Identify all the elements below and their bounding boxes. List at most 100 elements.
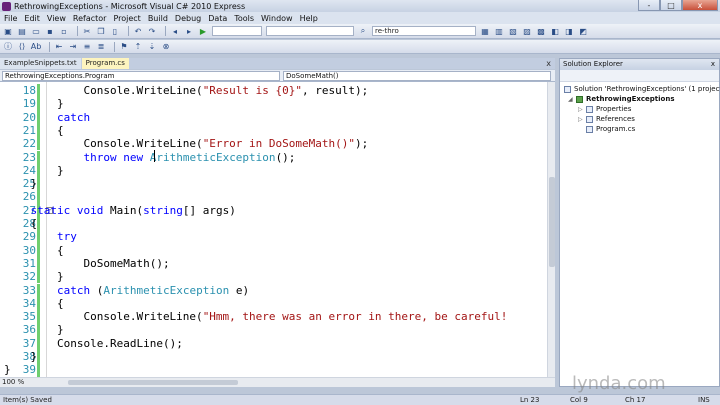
start-page-icon[interactable]: ◧: [550, 26, 560, 36]
close-panel-icon[interactable]: x: [711, 59, 715, 70]
code-line[interactable]: 20 catch: [0, 110, 547, 124]
bookmark-icon[interactable]: ⚑: [119, 42, 129, 52]
code-line[interactable]: 35 Console.WriteLine("Hmm, there was an e…: [0, 310, 547, 324]
line-number: 29: [22, 230, 36, 244]
code-line[interactable]: 23 throw new ArithmeticException();: [0, 150, 547, 164]
code-line[interactable]: 31 DoSomeMath();: [0, 256, 547, 271]
next-bookmark-icon[interactable]: ⇣: [147, 42, 157, 52]
menu-tools[interactable]: Tools: [234, 14, 254, 23]
menu-edit[interactable]: Edit: [24, 14, 40, 23]
menu-help[interactable]: Help: [300, 14, 318, 23]
tree-item-properties[interactable]: ▷ Properties: [578, 105, 631, 114]
menu-debug[interactable]: Debug: [175, 14, 201, 23]
paste-icon[interactable]: ▯: [110, 26, 120, 36]
zoom-level[interactable]: 100 %: [2, 378, 24, 387]
code-line[interactable]: 36}: [0, 323, 547, 337]
object-browser-icon[interactable]: ▨: [522, 26, 532, 36]
menu-file[interactable]: File: [4, 14, 17, 23]
find-combo[interactable]: re-thro: [372, 26, 476, 36]
code-line[interactable]: 30 {: [0, 243, 547, 257]
code-editor[interactable]: 18 Console.WriteLine("Result is {0}", res…: [0, 82, 547, 377]
menu-view[interactable]: View: [47, 14, 66, 23]
save-icon[interactable]: ▪: [45, 26, 55, 36]
open-file-icon[interactable]: ▭: [31, 26, 41, 36]
close-button[interactable]: x: [682, 0, 718, 11]
code-text: try: [57, 230, 77, 243]
vertical-scrollbar[interactable]: [547, 82, 555, 377]
code-line[interactable]: 39}: [0, 363, 547, 377]
maximize-button[interactable]: □: [660, 0, 682, 11]
collapse-arrow-icon[interactable]: ◢: [568, 95, 575, 104]
menu-project[interactable]: Project: [113, 14, 140, 23]
horizontal-scroll-thumb[interactable]: [68, 380, 238, 385]
expand-arrow-icon[interactable]: ▷: [578, 115, 585, 124]
menu-refactor[interactable]: Refactor: [73, 14, 107, 23]
previous-bookmark-icon[interactable]: ⇡: [133, 42, 143, 52]
parameter-info-icon[interactable]: ⟨⟩: [17, 42, 27, 52]
line-number: 24: [22, 163, 36, 177]
code-line[interactable]: 32}: [0, 270, 547, 284]
platform-combo[interactable]: [266, 26, 354, 36]
expand-arrow-icon[interactable]: ▷: [578, 105, 585, 114]
code-token: }: [57, 323, 64, 337]
member-dropdown[interactable]: DoSomeMath(): [283, 71, 551, 81]
minimize-button[interactable]: -: [638, 0, 660, 11]
code-line[interactable]: 33 catch (ArithmeticException e): [0, 283, 547, 297]
code-line[interactable]: 22 Console.WriteLine("Error in DoSomeMath…: [0, 137, 547, 151]
keyword-token: try: [57, 230, 77, 244]
add-item-icon[interactable]: ▤: [17, 26, 27, 36]
vertical-scroll-thumb[interactable]: [549, 177, 555, 267]
save-all-icon[interactable]: ▫: [59, 26, 69, 36]
undo-icon[interactable]: ↶: [133, 26, 143, 36]
class-dropdown[interactable]: RethrowingExceptions.Program: [2, 71, 280, 81]
code-line[interactable]: 38}: [0, 350, 547, 364]
tree-item-references[interactable]: ▷ References: [578, 115, 635, 124]
horizontal-scrollbar[interactable]: 100 %: [0, 377, 555, 387]
tab-program-cs[interactable]: Program.cs: [81, 58, 129, 69]
tree-item-project[interactable]: ◢ RethrowingExceptions: [568, 95, 675, 104]
find-in-files-icon[interactable]: ▦: [480, 26, 490, 36]
close-tab-icon[interactable]: x: [546, 58, 551, 69]
properties-icon[interactable]: ▧: [508, 26, 518, 36]
menu-window[interactable]: Window: [261, 14, 293, 23]
change-tracking-bar: [37, 97, 40, 111]
output-icon[interactable]: ◩: [578, 26, 588, 36]
tree-item-program-cs[interactable]: Program.cs: [586, 125, 635, 134]
extension-manager-icon[interactable]: ◨: [564, 26, 574, 36]
code-text: {: [31, 217, 38, 230]
find-icon[interactable]: ⌕: [358, 26, 368, 36]
code-line[interactable]: 34 {: [0, 296, 547, 311]
cut-icon[interactable]: ✂: [82, 26, 92, 36]
start-debugging-icon[interactable]: ▶: [198, 26, 208, 36]
navigate-back-icon[interactable]: ◂: [170, 26, 180, 36]
code-line[interactable]: 26: [0, 190, 547, 204]
quick-info-icon[interactable]: ⓘ: [3, 42, 13, 52]
tree-item-solution[interactable]: Solution 'RethrowingExceptions' (1 proje…: [564, 85, 720, 94]
code-line[interactable]: 21 {: [0, 123, 547, 138]
code-line[interactable]: 27− static void Main(string[] args): [0, 203, 547, 217]
decrease-indent-icon[interactable]: ⇤: [54, 42, 64, 52]
word-completion-icon[interactable]: Ab: [31, 42, 42, 52]
clear-bookmarks-icon[interactable]: ⊗: [161, 42, 171, 52]
increase-indent-icon[interactable]: ⇥: [68, 42, 78, 52]
string-token: "Result is {0}": [202, 84, 303, 97]
solution-explorer-icon[interactable]: ▥: [494, 26, 504, 36]
redo-icon[interactable]: ↷: [147, 26, 157, 36]
code-line[interactable]: 37 Console.ReadLine();: [0, 336, 547, 350]
comment-icon[interactable]: ≡: [82, 42, 92, 52]
tab-example-snippets[interactable]: ExampleSnippets.txt: [0, 58, 81, 69]
uncomment-icon[interactable]: ≣: [96, 42, 106, 52]
solution-config-combo[interactable]: [212, 26, 262, 36]
menu-build[interactable]: Build: [148, 14, 168, 23]
toolbox-icon[interactable]: ▩: [536, 26, 546, 36]
navigate-forward-icon[interactable]: ▸: [184, 26, 194, 36]
code-line[interactable]: 25}: [0, 177, 547, 191]
code-line[interactable]: 19}: [0, 97, 547, 111]
copy-icon[interactable]: ❐: [96, 26, 106, 36]
code-line[interactable]: 24}: [0, 163, 547, 178]
code-line[interactable]: 29 try: [0, 230, 547, 244]
code-line[interactable]: 18 Console.WriteLine("Result is {0}", res…: [0, 84, 547, 98]
code-line[interactable]: 28{: [0, 217, 547, 231]
menu-data[interactable]: Data: [208, 14, 227, 23]
new-project-icon[interactable]: ▣: [3, 26, 13, 36]
